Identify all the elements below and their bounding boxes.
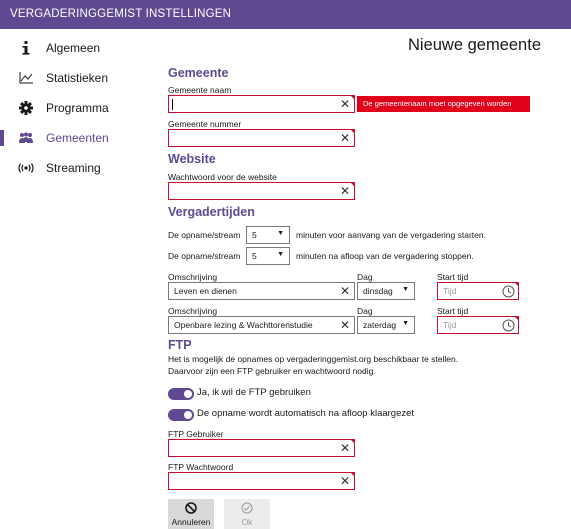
omschrijving-input-1[interactable]: Leven en dienen ✕ — [168, 282, 355, 300]
gear-icon — [18, 101, 34, 115]
start-minutes-value: 5 — [252, 230, 257, 240]
ftp-password-input[interactable]: ✕ — [168, 472, 355, 490]
ok-button[interactable]: Ok — [224, 499, 270, 529]
clear-icon[interactable]: ✕ — [340, 318, 350, 332]
clear-icon[interactable]: ✕ — [340, 441, 350, 455]
ftp-use-toggle[interactable] — [168, 388, 194, 400]
ftp-user-label: FTP Gebruiker — [168, 429, 224, 439]
sidebar-item-gemeenten[interactable]: Gemeenten — [0, 123, 158, 153]
column-label-dag: Dag — [357, 306, 373, 316]
chart-icon — [18, 72, 34, 84]
chevron-down-icon: ▼ — [402, 320, 409, 327]
omschrijving-input-2[interactable]: Openbare lezing & Wachttorenstudie ✕ — [168, 316, 355, 334]
dag-select-2[interactable]: zaterdag ▼ — [357, 316, 415, 334]
dag-select-1[interactable]: dinsdag ▼ — [357, 282, 415, 300]
chevron-down-icon: ▼ — [402, 286, 409, 293]
stop-prefix-text: De opname/stream — [168, 251, 241, 261]
ftp-password-label: FTP Wachtwoord — [168, 462, 234, 472]
sidebar-item-streaming[interactable]: Streaming — [0, 153, 158, 183]
start-tijd-placeholder: Tijd — [443, 286, 457, 296]
website-password-input[interactable]: ✕ — [168, 182, 355, 200]
people-icon — [18, 132, 34, 144]
sidebar-item-statistieken[interactable]: Statistieken — [0, 63, 158, 93]
window-title: VERGADERINGGEMIST INSTELLINGEN — [10, 8, 232, 20]
sidebar-item-label: Gemeenten — [46, 131, 109, 145]
gemeente-nummer-input[interactable]: ✕ — [168, 129, 355, 147]
omschrijving-value: Leven en dienen — [174, 286, 237, 296]
cancel-button[interactable]: Annuleren — [168, 499, 214, 529]
column-label-omschrijving: Omschrijving — [168, 272, 218, 282]
clock-icon[interactable] — [502, 319, 515, 337]
ftp-description-line1: Het is mogelijk de opnames op vergaderin… — [168, 354, 459, 364]
start-tijd-placeholder: Tijd — [443, 320, 457, 330]
cancel-icon — [168, 502, 214, 516]
start-suffix-text: minuten voor aanvang van de vergadering … — [296, 230, 486, 240]
sidebar-item-label: Algemeen — [46, 41, 101, 55]
gemeente-naam-error: De gemeentenaam moet opgegeven worden — [357, 96, 530, 112]
sidebar-item-programma[interactable]: Programma — [0, 93, 158, 123]
gemeente-naam-label: Gemeente naam — [168, 85, 232, 95]
clear-icon[interactable]: ✕ — [340, 474, 350, 488]
section-heading-ftp: FTP — [168, 338, 192, 352]
toggle-knob — [184, 411, 192, 419]
start-prefix-text: De opname/stream — [168, 230, 241, 240]
ok-label: Ok — [241, 517, 253, 527]
dag-value: zaterdag — [363, 320, 397, 330]
start-tijd-input-1[interactable]: Tijd — [437, 282, 519, 300]
website-password-label: Wachtwoord voor de website — [168, 172, 277, 182]
ftp-auto-toggle[interactable] — [168, 409, 194, 421]
clear-icon[interactable]: ✕ — [340, 97, 350, 111]
page-title: Nieuwe gemeente — [408, 36, 541, 54]
cancel-label: Annuleren — [171, 517, 211, 527]
column-label-dag: Dag — [357, 272, 373, 282]
ftp-description-line2: Daarvoor zijn een FTP gebruiker en wacht… — [168, 366, 376, 376]
check-icon — [224, 502, 270, 516]
omschrijving-value: Openbare lezing & Wachttorenstudie — [174, 320, 313, 330]
ftp-use-label: Ja, ik wil de FTP gebruiken — [197, 387, 311, 398]
broadcast-icon — [18, 163, 34, 173]
ftp-user-input[interactable]: ✕ — [168, 439, 355, 457]
clock-icon[interactable] — [502, 285, 515, 303]
window-title-bar: VERGADERINGGEMIST INSTELLINGEN — [0, 0, 571, 29]
clear-icon[interactable]: ✕ — [340, 131, 350, 145]
column-label-omschrijving: Omschrijving — [168, 306, 218, 316]
dag-value: dinsdag — [363, 286, 393, 296]
chevron-down-icon: ▼ — [277, 230, 284, 237]
sidebar-item-label: Streaming — [46, 161, 101, 175]
clear-icon[interactable]: ✕ — [340, 284, 350, 298]
stop-suffix-text: minuten na afloop van de vergadering sto… — [296, 251, 474, 261]
sidebar-item-label: Programma — [46, 101, 109, 115]
info-icon — [18, 41, 34, 55]
column-label-start-tijd: Start tijd — [437, 272, 469, 282]
ftp-auto-label: De opname wordt automatisch na afloop kl… — [197, 408, 415, 419]
text-cursor — [172, 99, 173, 110]
clear-icon[interactable]: ✕ — [340, 184, 350, 198]
start-tijd-input-2[interactable]: Tijd — [437, 316, 519, 334]
section-heading-vergadertijden: Vergadertijden — [168, 205, 255, 219]
column-label-start-tijd: Start tijd — [437, 306, 469, 316]
section-heading-gemeente: Gemeente — [168, 66, 229, 80]
toggle-knob — [184, 390, 192, 398]
start-minutes-select[interactable]: 5 ▼ — [246, 226, 290, 244]
sidebar-item-label: Statistieken — [46, 71, 109, 85]
sidebar-item-algemeen[interactable]: Algemeen — [0, 33, 158, 63]
stop-minutes-select[interactable]: 5 ▼ — [246, 247, 290, 265]
stop-minutes-value: 5 — [252, 251, 257, 261]
gemeente-nummer-label: Gemeente nummer — [168, 119, 242, 129]
chevron-down-icon: ▼ — [277, 251, 284, 258]
section-heading-website: Website — [168, 152, 216, 166]
sidebar: Algemeen Statistieken Programma Gemeente… — [0, 29, 158, 529]
gemeente-naam-input[interactable]: ✕ — [168, 95, 355, 113]
